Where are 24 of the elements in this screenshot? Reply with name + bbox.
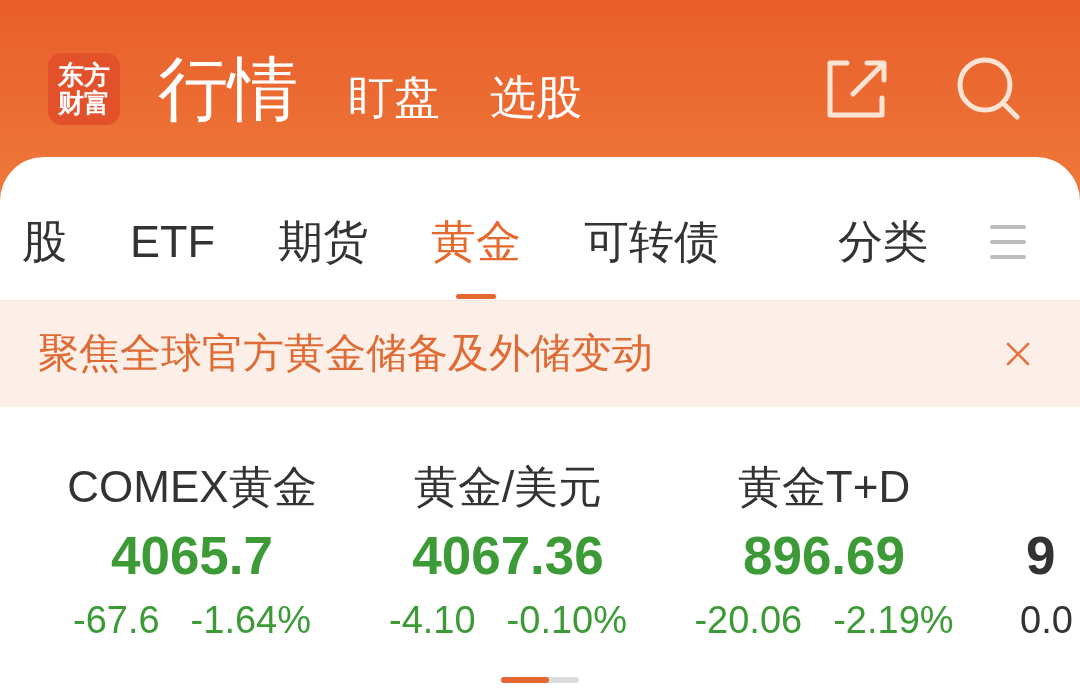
active-tab-indicator <box>456 294 496 299</box>
quote-name: 黄金T+D <box>737 462 911 512</box>
quote-change-percent: -0.10% <box>506 598 627 642</box>
menu-icon[interactable] <box>990 223 1026 260</box>
app-logo: 东方 财富 <box>48 52 120 125</box>
category-tab[interactable]: 期货 <box>278 157 368 300</box>
quote-price: 4065.7 <box>110 525 274 587</box>
quote-change-percent: -1.64% <box>190 598 311 642</box>
quote-change: -20.06 <box>694 598 803 642</box>
category-tab[interactable]: ETF <box>130 157 215 300</box>
search-icon[interactable] <box>957 57 1020 120</box>
quote-change: -4.10 <box>389 598 476 642</box>
quote-change: 0.0 <box>1020 598 1073 642</box>
quote-name: COMEX黄金 <box>67 462 317 512</box>
quote-price: 9 <box>1026 525 1056 587</box>
quote-change: -67.6 <box>73 598 160 642</box>
category-button[interactable]: 分类 <box>838 219 928 264</box>
quote-change-percent: -2.19% <box>833 598 954 642</box>
quote-price: 896.69 <box>742 525 906 587</box>
quote-price: 4067.36 <box>412 525 604 587</box>
category-tab[interactable]: 股 <box>22 157 67 300</box>
category-tab[interactable]: 可转债 <box>584 157 719 300</box>
close-icon[interactable] <box>1006 342 1030 366</box>
quote-name: 黄金/美元 <box>413 462 603 512</box>
